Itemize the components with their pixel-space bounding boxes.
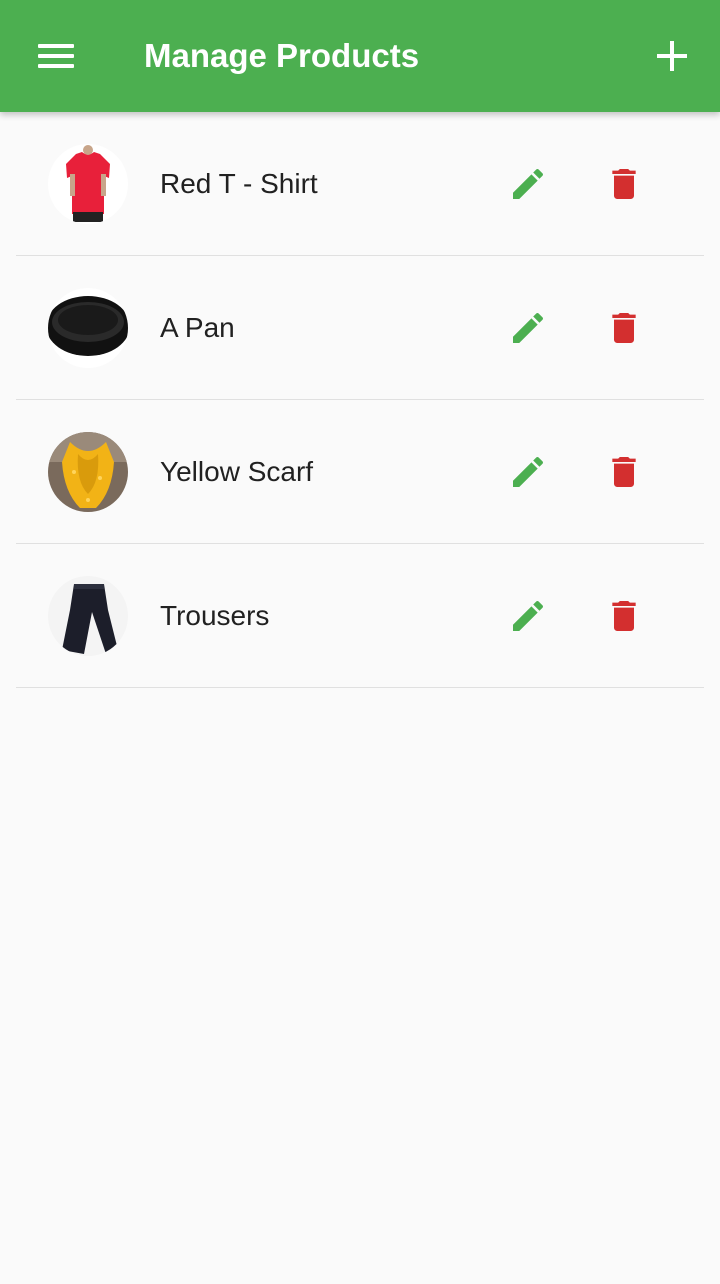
delete-icon bbox=[612, 457, 636, 487]
product-avatar-trousers bbox=[48, 576, 128, 656]
edit-icon bbox=[513, 168, 544, 199]
product-row[interactable]: Trousers bbox=[16, 544, 704, 688]
product-avatar-yellow-scarf bbox=[48, 432, 128, 512]
product-title: Yellow Scarf bbox=[160, 456, 314, 487]
add-product-button[interactable] bbox=[636, 20, 708, 92]
product-title: A Pan bbox=[160, 312, 235, 343]
delete-button[interactable] bbox=[588, 580, 660, 652]
delete-button[interactable] bbox=[588, 436, 660, 508]
delete-icon bbox=[612, 169, 636, 199]
menu-icon bbox=[38, 44, 74, 68]
edit-icon bbox=[513, 456, 544, 487]
edit-button[interactable] bbox=[492, 580, 564, 652]
menu-button[interactable] bbox=[20, 20, 92, 92]
product-row[interactable]: Red T - Shirt bbox=[16, 112, 704, 256]
product-title: Red T - Shirt bbox=[160, 168, 318, 199]
delete-button[interactable] bbox=[588, 292, 660, 364]
product-row[interactable]: Yellow Scarf bbox=[16, 400, 704, 544]
edit-button[interactable] bbox=[492, 148, 564, 220]
product-title: Trousers bbox=[160, 600, 270, 631]
product-avatar-red-tshirt bbox=[48, 144, 128, 224]
delete-button[interactable] bbox=[588, 148, 660, 220]
product-avatar-pan bbox=[48, 288, 128, 368]
delete-icon bbox=[612, 313, 636, 343]
product-list: Red T - Shirt A Pan Yellow Scarf Trouser… bbox=[16, 112, 704, 688]
edit-icon bbox=[513, 600, 544, 631]
edit-button[interactable] bbox=[492, 436, 564, 508]
app-bar: Manage Products bbox=[0, 0, 720, 112]
page-title: Manage Products bbox=[144, 37, 420, 74]
edit-button[interactable] bbox=[492, 292, 564, 364]
product-row[interactable]: A Pan bbox=[16, 256, 704, 400]
add-icon bbox=[657, 41, 687, 71]
edit-icon bbox=[513, 312, 544, 343]
delete-icon bbox=[612, 601, 636, 631]
